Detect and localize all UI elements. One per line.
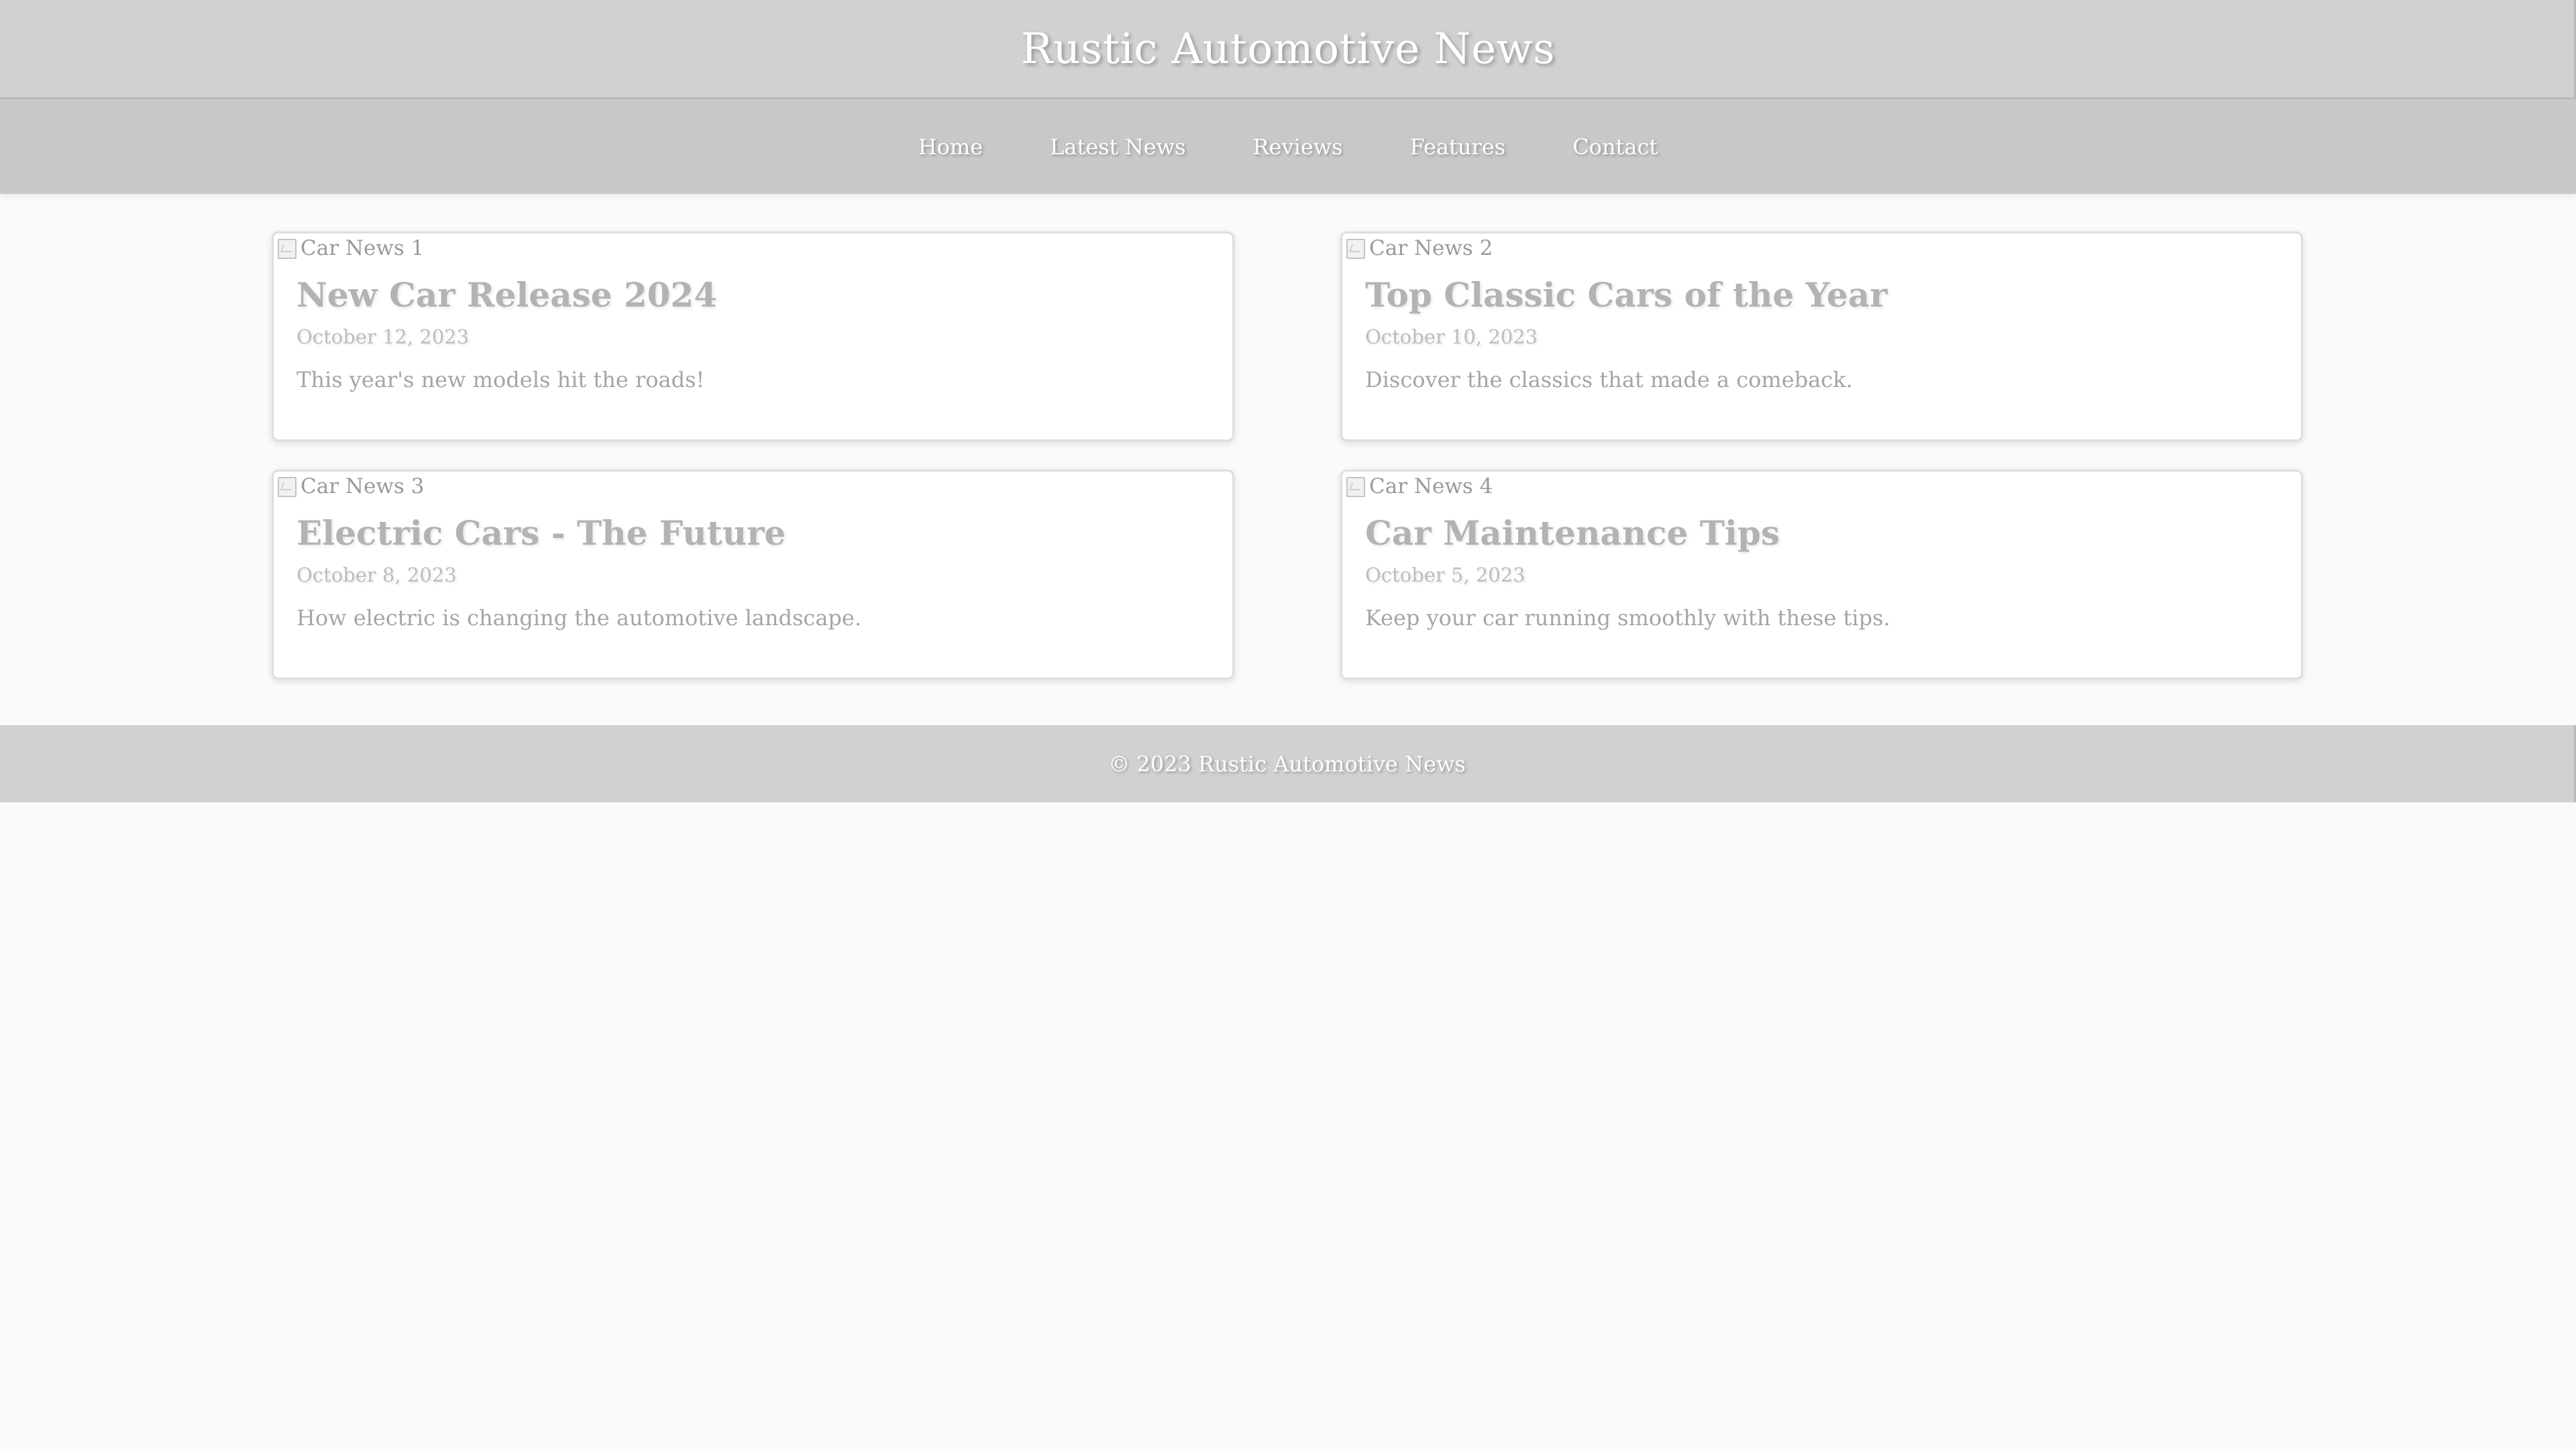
article-description: Keep your car running smoothly with thes… [1365,605,1890,631]
article-card[interactable]: Car News 4 Car Maintenance Tips October … [1340,470,2303,680]
article-image-alt: Car News 1 [301,236,425,260]
article-body: Car Maintenance Tips October 5, 2023 Kee… [1342,513,2301,631]
nav-features-link[interactable]: Features [1410,134,1506,160]
article-grid: Car News 1 New Car Release 2024 October … [272,231,2304,680]
nav-home-link[interactable]: Home [918,134,983,160]
article-image[interactable]: Car News 1 [274,236,1232,260]
article-date: October 10, 2023 [1365,325,1538,348]
article-card[interactable]: Car News 1 New Car Release 2024 October … [272,231,1234,441]
article-image[interactable]: Car News 4 [1342,474,2301,498]
article-description: Discover the classics that made a comeba… [1365,367,1853,392]
article-image-alt: Car News 4 [1369,474,1493,498]
article-card[interactable]: Car News 2 Top Classic Cars of the Year … [1340,231,2303,441]
article-title[interactable]: Electric Cars - The Future [297,513,1210,553]
nav-contact-link[interactable]: Contact [1572,134,1658,160]
article-title[interactable]: Top Classic Cars of the Year [1365,275,2278,315]
article-body: New Car Release 2024 October 12, 2023 Th… [274,275,1232,392]
article-image-alt: Car News 2 [1369,236,1493,260]
article-description: How electric is changing the automotive … [297,605,861,631]
article-title[interactable]: New Car Release 2024 [297,275,1210,315]
article-date: October 5, 2023 [1365,564,1525,586]
footer-copyright: © 2023 Rustic Automotive News [1108,751,1466,777]
article-body: Top Classic Cars of the Year October 10,… [1342,275,2301,392]
site-title: Rustic Automotive News [1020,24,1556,73]
article-image-alt: Car News 3 [301,474,425,498]
nav-reviews-link[interactable]: Reviews [1253,134,1343,160]
article-card[interactable]: Car News 3 Electric Cars - The Future Oc… [272,470,1234,680]
site-header: Rustic Automotive News [0,0,2576,99]
article-body: Electric Cars - The Future October 8, 20… [274,513,1232,631]
article-description: This year's new models hit the roads! [297,367,705,392]
nav-latest-news-link[interactable]: Latest News [1050,134,1185,160]
broken-image-icon [1345,237,1368,259]
broken-image-icon [276,476,299,497]
main-nav: Home Latest News Reviews Features Contac… [0,99,2576,194]
article-image[interactable]: Car News 3 [274,474,1232,498]
site-footer: © 2023 Rustic Automotive News [0,725,2576,802]
broken-image-icon [1345,476,1368,497]
article-title[interactable]: Car Maintenance Tips [1365,513,2278,553]
article-image[interactable]: Car News 2 [1342,236,2301,260]
broken-image-icon [276,237,299,259]
article-date: October 12, 2023 [297,325,470,348]
article-date: October 8, 2023 [297,564,457,586]
